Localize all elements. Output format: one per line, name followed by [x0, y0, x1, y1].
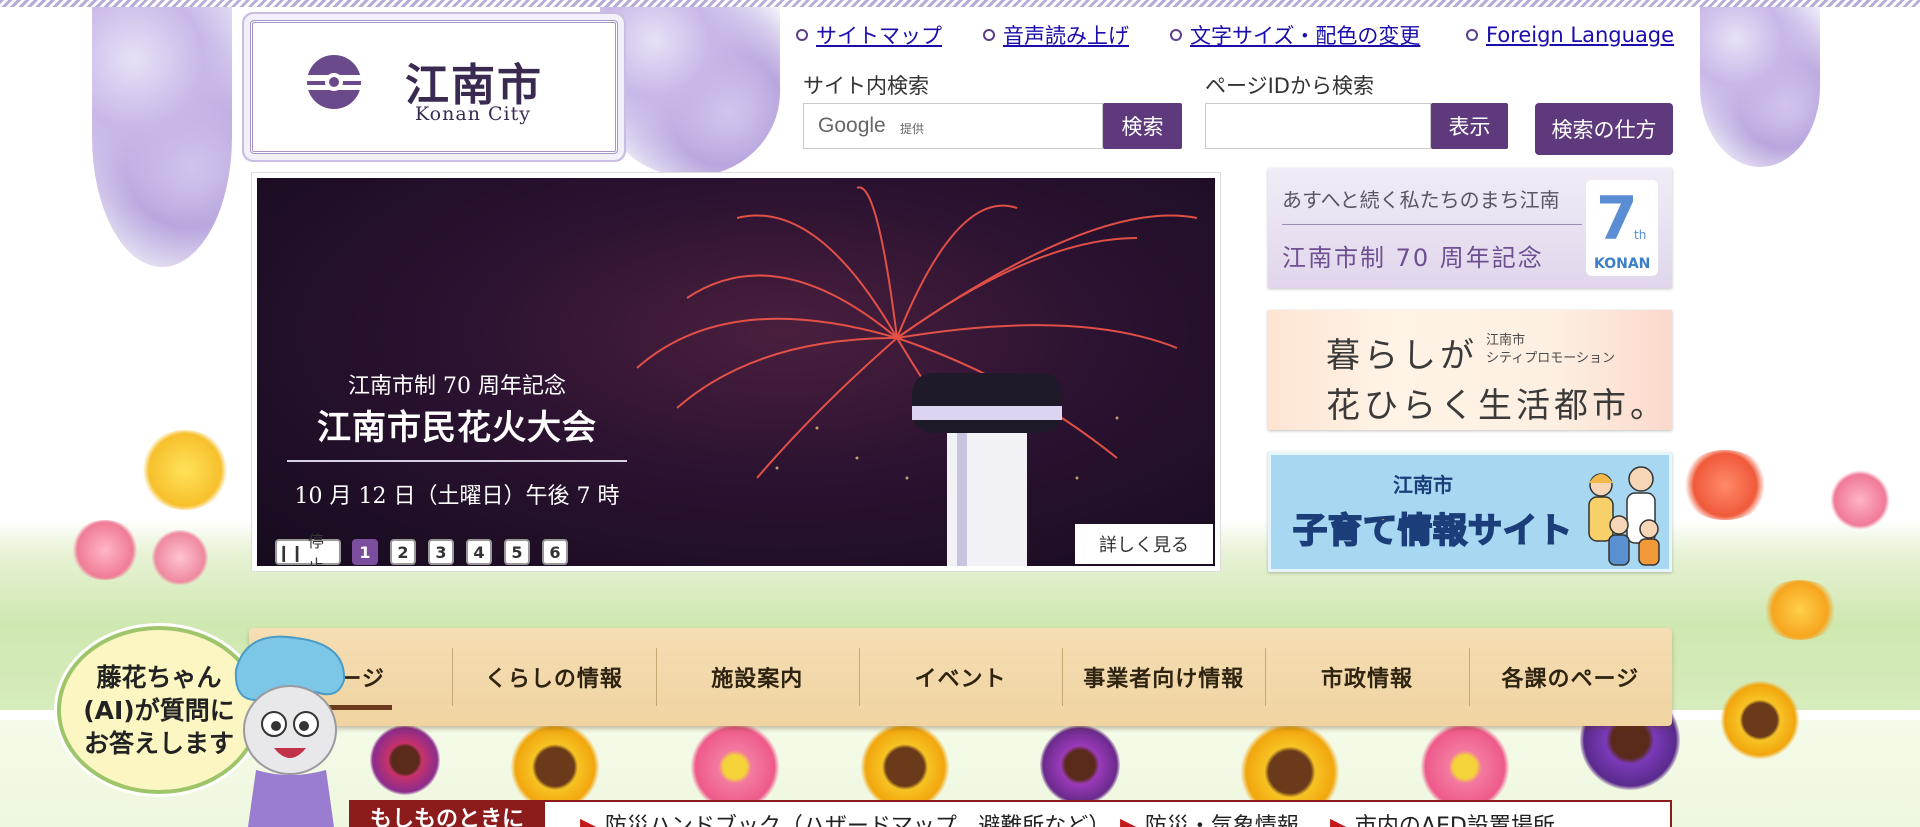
- site-logo[interactable]: 江南市 Konan City: [250, 20, 618, 154]
- aed-location-link[interactable]: ▶ 市内のAED設置場所: [1330, 812, 1555, 827]
- slider-page-4[interactable]: 4: [466, 539, 492, 565]
- global-nav: ページ くらしの情報 施設案内 イベント 事業者向け情報 市政情報 各課のページ: [249, 628, 1672, 726]
- wisteria-center: [600, 7, 780, 177]
- arrow-right-icon: ▶: [580, 814, 597, 827]
- anniv-number: 7: [1596, 184, 1638, 254]
- hero-slider: 江南市制 70 周年記念 江南市民花火大会 10 月 12 日（土曜日）午後 7…: [251, 172, 1221, 572]
- arrow-right-icon: ▶: [1120, 814, 1137, 827]
- page-id-button[interactable]: 表示: [1431, 103, 1508, 149]
- provided-watermark: 提供: [900, 122, 925, 136]
- banner-city-promotion[interactable]: 暮らしが 江南市 シティプロモーション 花ひらく生活都市。: [1268, 310, 1672, 430]
- sunflower-4: [1720, 680, 1800, 760]
- util-voice[interactable]: 音声読み上げ: [983, 22, 1129, 48]
- nav-business-info[interactable]: 事業者向け情報: [1062, 628, 1265, 726]
- ai-bubble-line2: (AI)が質問に: [83, 695, 235, 725]
- bullet-icon: [796, 29, 808, 41]
- banner-kosodate-site[interactable]: 江南市 子育て情報サイト: [1268, 452, 1672, 572]
- pink-flower-bottom-1: [690, 722, 780, 812]
- page-id-search-label: ページIDから検索: [1205, 74, 1374, 98]
- sunflower-1: [510, 722, 600, 812]
- arrow-right-icon: ▶: [1330, 814, 1347, 827]
- bullet-icon: [1466, 29, 1478, 41]
- promo-line2: 花ひらく生活都市。: [1326, 386, 1668, 426]
- promo-line1: 暮らしが: [1326, 336, 1478, 376]
- pause-icon: ❙❙: [277, 542, 304, 562]
- page-id-input[interactable]: [1205, 103, 1431, 149]
- slider-page-6[interactable]: 6: [542, 539, 568, 565]
- sunflower-2: [860, 722, 950, 812]
- pansy-flower-2: [1040, 725, 1120, 805]
- slide-more-button[interactable]: 詳しく見る: [1075, 524, 1213, 564]
- site-search-input[interactable]: Google 提供: [803, 103, 1103, 149]
- pink-flower-right: [1830, 470, 1890, 530]
- slide-fireworks[interactable]: 江南市制 70 周年記念 江南市民花火大会 10 月 12 日（土曜日）午後 7…: [257, 178, 1215, 566]
- nav-events[interactable]: イベント: [858, 628, 1062, 726]
- kosodate-line2: 子育て情報サイト: [1292, 510, 1573, 552]
- anniv-konan: KONAN: [1594, 256, 1651, 272]
- site-search-button[interactable]: 検索: [1103, 103, 1182, 149]
- slide-title: 江南市民花火大会: [317, 408, 597, 448]
- orange-flower-right: [1760, 580, 1840, 640]
- sitemap-link[interactable]: サイトマップ: [816, 20, 942, 50]
- nav-living-info[interactable]: くらしの情報: [452, 628, 655, 726]
- emergency-tab[interactable]: もしものときに: [349, 800, 545, 827]
- slider-page-2[interactable]: 2: [390, 539, 416, 565]
- slider-page-5[interactable]: 5: [504, 539, 530, 565]
- bullet-icon: [983, 29, 995, 41]
- slider-page-1[interactable]: 1: [352, 539, 378, 565]
- nav-facilities[interactable]: 施設案内: [655, 628, 859, 726]
- voice-reader-link[interactable]: 音声読み上げ: [1003, 20, 1129, 50]
- nav-departments[interactable]: 各課のページ: [1468, 628, 1672, 726]
- kosodate-line1: 江南市: [1393, 473, 1453, 497]
- wisteria-left: [92, 7, 232, 267]
- util-foreign[interactable]: Foreign Language: [1466, 22, 1674, 48]
- search-help-button[interactable]: 検索の仕方: [1535, 103, 1673, 155]
- slide-divider: [287, 460, 627, 462]
- slide-date: 10 月 12 日（土曜日）午後 7 時: [294, 484, 620, 509]
- weather-info-link[interactable]: ▶ 防災・気象情報: [1120, 812, 1299, 827]
- slider-page-3[interactable]: 3: [428, 539, 454, 565]
- banner-70th-anniversary[interactable]: あすへと続く私たちのまち江南 江南市制 70 周年記念 7 th KONAN: [1268, 168, 1672, 288]
- mascot-fujika-icon[interactable]: [226, 630, 356, 827]
- promo-small1: 江南市: [1486, 333, 1526, 348]
- red-flowers-right: [1680, 450, 1770, 520]
- util-sitemap[interactable]: サイトマップ: [796, 22, 942, 48]
- slider-stop-button[interactable]: ❙❙ 停止: [275, 532, 341, 566]
- anniv-line1: あすへと続く私たちのまち江南: [1282, 188, 1560, 212]
- slide-subtitle: 江南市制 70 周年記念: [348, 374, 566, 399]
- hazard-map-label: 防災ハンドブック（ハザードマップ、避難所など）: [604, 814, 1111, 827]
- promo-small2: シティプロモーション: [1486, 351, 1615, 366]
- site-search-label: サイト内検索: [803, 74, 929, 98]
- nav-city-government[interactable]: 市政情報: [1265, 628, 1468, 726]
- pansy-flower: [370, 725, 440, 795]
- top-stripe: [0, 0, 1920, 7]
- pink-flower-left: [70, 520, 140, 580]
- font-size-color-link[interactable]: 文字サイズ・配色の変更: [1190, 20, 1420, 50]
- hazard-map-link[interactable]: ▶ 防災ハンドブック（ハザードマップ、避難所など）: [580, 812, 1110, 827]
- util-font-size[interactable]: 文字サイズ・配色の変更: [1170, 22, 1420, 48]
- bullet-icon: [1170, 29, 1182, 41]
- ai-bubble-line3: お答えします: [83, 728, 234, 758]
- anniv-line2: 江南市制 70 周年記念: [1282, 244, 1544, 272]
- weather-info-label: 防災・気象情報: [1144, 814, 1299, 827]
- google-watermark: Google: [818, 114, 886, 137]
- anniv-th: th: [1634, 228, 1647, 242]
- promo-small: 江南市 シティプロモーション: [1486, 332, 1615, 368]
- aed-location-label: 市内のAED設置場所: [1354, 814, 1555, 827]
- wisteria-right: [1700, 7, 1820, 167]
- ai-bubble-text: 藤花ちゃん (AI)が質問に お答えします: [83, 661, 235, 760]
- slider-stop-label: 停止: [307, 532, 324, 566]
- yellow-flowers-left: [140, 430, 230, 510]
- anniv-emblem-icon: 7 th KONAN: [1586, 180, 1658, 276]
- logo-text-en: Konan City: [415, 103, 531, 125]
- city-emblem-icon: [305, 55, 363, 109]
- anniv-divider: [1282, 224, 1582, 225]
- family-illustration-icon: [1588, 466, 1660, 566]
- pink-flower-bottom-2: [1420, 722, 1510, 812]
- pink-flower-left-2: [150, 530, 210, 585]
- ai-bubble-line1: 藤花ちゃん: [96, 662, 222, 692]
- foreign-language-link[interactable]: Foreign Language: [1486, 23, 1674, 47]
- emergency-tab-label: もしものときに: [369, 807, 524, 827]
